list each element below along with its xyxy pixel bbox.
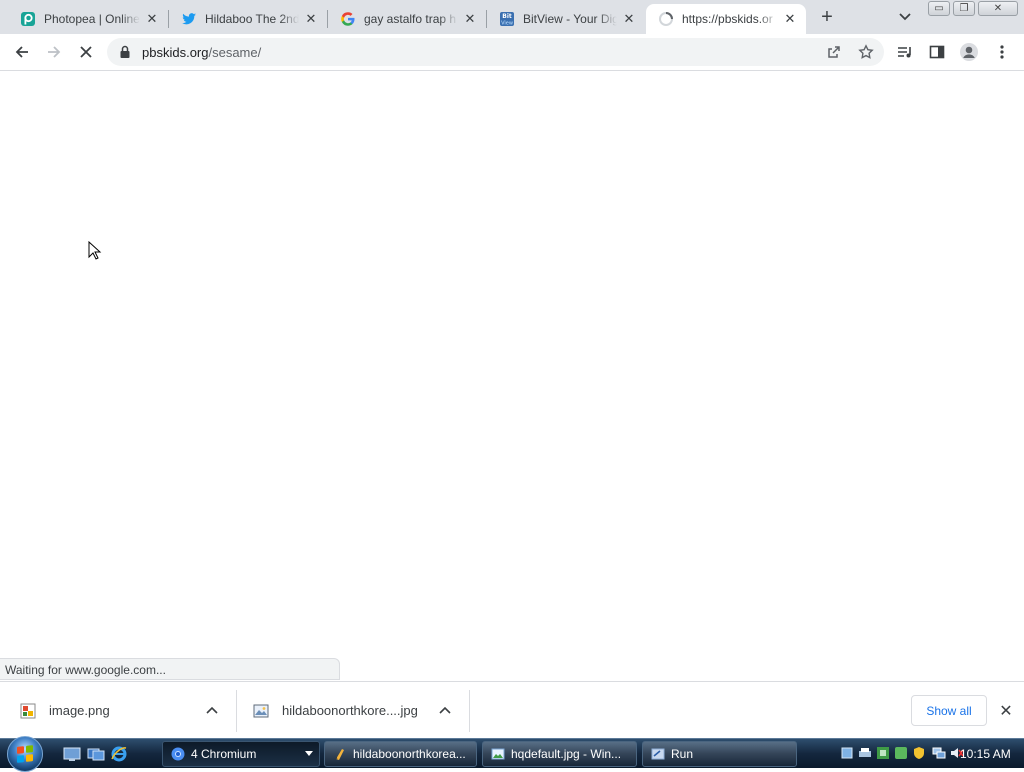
- twitter-icon: [181, 11, 197, 27]
- svg-text:View: View: [501, 21, 513, 27]
- chevron-up-icon[interactable]: [437, 702, 453, 718]
- back-arrow-icon: [15, 46, 28, 58]
- lock-icon[interactable]: [119, 45, 131, 62]
- url-path: /sesame/: [208, 45, 262, 60]
- shelf-separator: [236, 690, 237, 732]
- taskbar-run-button[interactable]: Run: [642, 741, 797, 767]
- photopea-icon: [20, 11, 36, 27]
- show-desktop-icon[interactable]: [63, 745, 81, 763]
- windows-logo-icon: [17, 745, 33, 763]
- side-panel-icon[interactable]: [924, 39, 950, 65]
- tab-photopea[interactable]: Photopea | Online ✕: [8, 4, 168, 34]
- tab-close-icon[interactable]: ✕: [782, 11, 798, 27]
- bitview-icon: Bit View: [499, 11, 515, 27]
- action-center-shield-icon[interactable]: [912, 746, 926, 760]
- taskbar-button-label: hildaboonorthkorea...: [353, 747, 466, 761]
- status-bubble: Waiting for www.google.com...: [0, 658, 340, 680]
- tab-search-chevron-icon[interactable]: [896, 8, 914, 26]
- kebab-menu-icon[interactable]: [989, 39, 1015, 65]
- tab-pbskids[interactable]: https://pbskids.or ✕: [646, 4, 806, 34]
- page-content[interactable]: [0, 72, 1024, 681]
- svg-text:Bit: Bit: [502, 13, 512, 20]
- new-tab-button[interactable]: +: [816, 6, 838, 28]
- tab-title: BitView - Your Dig: [523, 12, 617, 26]
- forward-button[interactable]: [41, 39, 67, 65]
- tab-bitview[interactable]: Bit View BitView - Your Dig ✕: [487, 4, 645, 34]
- internet-explorer-icon[interactable]: [110, 745, 128, 763]
- tab-twitter[interactable]: Hildaboo The 2nd ✕: [169, 4, 327, 34]
- tray-network-app-icon[interactable]: [876, 746, 890, 760]
- media-controls-icon[interactable]: [892, 39, 918, 65]
- download-filename: image.png: [49, 703, 110, 718]
- restore-button[interactable]: ❐: [953, 1, 975, 16]
- close-shelf-icon[interactable]: ✕: [996, 701, 1016, 721]
- network-icon[interactable]: [932, 746, 946, 760]
- run-icon: [651, 748, 665, 760]
- tab-close-icon[interactable]: ✕: [621, 11, 637, 27]
- back-button[interactable]: [9, 39, 35, 65]
- download-filename: hildaboonorthkore....jpg: [282, 703, 418, 718]
- windows-taskbar: 4 Chromium hildaboonorthkorea... hqdefau…: [0, 736, 1024, 772]
- tab-strip: Photopea | Online ✕ Hildaboo The 2nd ✕ g…: [0, 0, 1024, 34]
- photo-viewer-icon: [491, 748, 505, 760]
- tab-title: gay astalfo trap h: [364, 12, 457, 26]
- tab-google[interactable]: gay astalfo trap h ✕: [328, 4, 486, 34]
- profile-avatar-icon[interactable]: [956, 39, 982, 65]
- loading-spinner-icon: [658, 11, 674, 27]
- taskbar-button-label: hqdefault.jpg - Win...: [511, 747, 622, 761]
- address-bar[interactable]: pbskids.org/sesame/: [107, 38, 884, 66]
- switch-windows-icon[interactable]: [87, 745, 105, 763]
- forward-arrow-icon: [48, 46, 61, 58]
- tab-title: Hildaboo The 2nd: [205, 12, 299, 26]
- stop-x-icon: [80, 46, 92, 58]
- tab-title: https://pbskids.or: [682, 12, 773, 26]
- share-icon[interactable]: [824, 42, 844, 62]
- tab-close-icon[interactable]: ✕: [462, 11, 478, 27]
- chromium-icon: [171, 747, 185, 761]
- download-item[interactable]: image.png: [20, 682, 236, 739]
- stop-loading-button[interactable]: [73, 39, 99, 65]
- tab-close-icon[interactable]: ✕: [144, 11, 160, 27]
- url-host: pbskids.org: [142, 45, 209, 60]
- start-button[interactable]: [7, 736, 43, 772]
- taskbar-chromium-button[interactable]: 4 Chromium: [162, 741, 320, 767]
- close-window-button[interactable]: ✕: [978, 1, 1018, 16]
- taskbar-photo-viewer-button[interactable]: hqdefault.jpg - Win...: [482, 741, 637, 767]
- download-item[interactable]: hildaboonorthkore....jpg: [253, 682, 469, 739]
- tab-close-icon[interactable]: ✕: [303, 11, 319, 27]
- bookmark-star-icon[interactable]: [856, 42, 876, 62]
- taskbar-button-label: 4 Chromium: [191, 747, 257, 761]
- png-file-icon: [20, 703, 36, 718]
- tab-title: Photopea | Online: [44, 12, 140, 26]
- tray-printer-icon[interactable]: [858, 746, 872, 760]
- shelf-separator: [469, 690, 470, 732]
- chevron-up-icon[interactable]: [204, 702, 220, 718]
- mouse-cursor-icon: [88, 241, 102, 260]
- tray-green-app-icon[interactable]: [894, 746, 908, 760]
- tray-app-icon[interactable]: [840, 746, 854, 760]
- jpg-file-icon: [253, 704, 269, 717]
- taskbar-clock[interactable]: 10:15 AM: [960, 747, 1011, 761]
- minimize-button[interactable]: ▭: [928, 1, 950, 16]
- url-text[interactable]: pbskids.org/sesame/: [142, 45, 261, 60]
- show-all-button[interactable]: Show all: [911, 695, 987, 726]
- paint-icon: [336, 749, 344, 760]
- taskbar-group-arrow-icon: [305, 751, 313, 756]
- download-shelf: image.png hildaboonorthkore....jpg Show …: [0, 681, 1024, 738]
- browser-toolbar: pbskids.org/sesame/: [0, 34, 1024, 71]
- google-icon: [340, 11, 356, 27]
- taskbar-button-label: Run: [671, 747, 694, 761]
- taskbar-paint-button[interactable]: hildaboonorthkorea...: [324, 741, 477, 767]
